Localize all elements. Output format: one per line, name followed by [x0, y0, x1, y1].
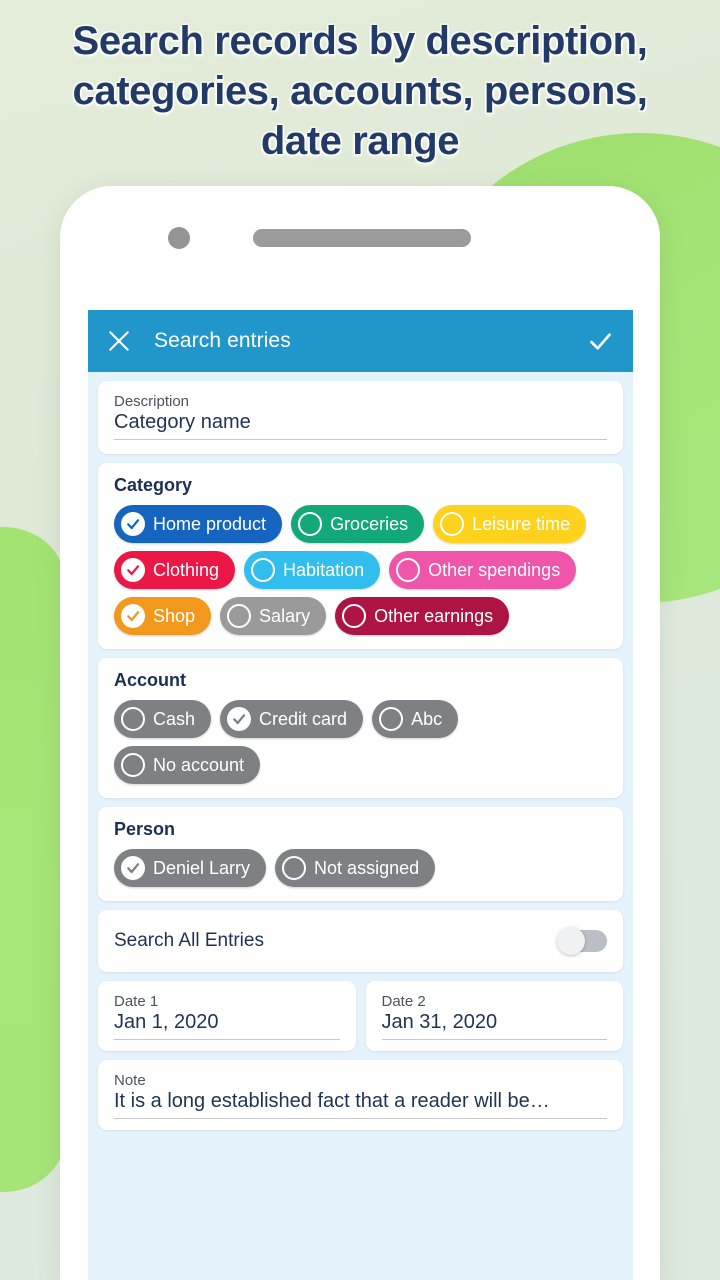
checkbox-checked-icon	[227, 707, 252, 731]
camera-icon	[168, 227, 190, 249]
note-label: Note	[114, 1072, 146, 1089]
chip-label: Home product	[153, 513, 267, 534]
checkbox-unchecked-icon	[298, 512, 323, 536]
account-section: Account Cash Credit card Abc No account	[98, 658, 623, 798]
phone-mockup: Search entries Description Category name…	[60, 186, 660, 1280]
checkbox-checked-icon	[121, 558, 145, 582]
description-label: Description	[114, 393, 190, 410]
date-2-field-card[interactable]: Date 2 Jan 31, 2020	[365, 981, 623, 1051]
category-chip[interactable]: Groceries	[291, 505, 425, 543]
chip-label: Clothing	[153, 559, 220, 580]
close-icon[interactable]	[104, 326, 134, 356]
chip-label: Leisure time	[472, 513, 571, 534]
app-bar-title: Search entries	[154, 329, 291, 352]
chip-label: No account	[153, 754, 245, 775]
search-all-entries-toggle[interactable]	[557, 927, 607, 955]
note-field-card[interactable]: Note It is a long established fact that …	[98, 1060, 623, 1130]
category-chip[interactable]: Clothing	[114, 551, 236, 589]
description-field-card[interactable]: Description Category name	[98, 381, 623, 454]
checkbox-checked-icon	[121, 604, 145, 628]
checkbox-unchecked-icon	[342, 604, 367, 628]
account-chip-list: Cash Credit card Abc No account	[114, 700, 607, 784]
date-2-label: Date 2	[381, 993, 426, 1010]
phone-top-bezel	[60, 186, 660, 310]
check-icon[interactable]	[585, 326, 615, 356]
checkbox-checked-icon	[121, 856, 145, 880]
person-section-title: Person	[114, 819, 176, 839]
category-section-title: Category	[114, 475, 193, 495]
app-bar: Search entries	[88, 310, 633, 372]
date-1-input[interactable]: Jan 1, 2020	[114, 1011, 340, 1040]
category-chip[interactable]: Other earnings	[335, 597, 510, 635]
chip-label: Salary	[259, 605, 311, 626]
category-section: Category Home product Groceries Leisure ti…	[98, 463, 623, 649]
person-chip[interactable]: Deniel Larry	[114, 849, 267, 887]
note-input[interactable]: It is a long established fact that a rea…	[114, 1090, 607, 1119]
checkbox-unchecked-icon	[121, 707, 145, 731]
category-chip[interactable]: Salary	[220, 597, 327, 635]
person-chip-list: Deniel Larry Not assigned	[114, 849, 607, 887]
chip-label: Groceries	[330, 513, 409, 534]
checkbox-unchecked-icon	[379, 707, 404, 731]
account-chip[interactable]: Abc	[372, 700, 459, 738]
decorative-green-bar	[0, 527, 64, 1192]
account-chip[interactable]: Cash	[114, 700, 212, 738]
chip-label: Credit card	[259, 708, 348, 729]
chip-label: Abc	[411, 708, 443, 729]
category-chip[interactable]: Shop	[114, 597, 212, 635]
person-section: Person Deniel Larry Not assigned	[98, 807, 623, 901]
description-input[interactable]: Category name	[114, 411, 607, 440]
checkbox-unchecked-icon	[121, 753, 145, 777]
checkbox-unchecked-icon	[440, 512, 465, 536]
category-chip-list: Home product Groceries Leisure time Clothin…	[114, 505, 607, 635]
chip-label: Deniel Larry	[153, 857, 251, 878]
category-chip[interactable]: Other spendings	[389, 551, 577, 589]
chip-label: Shop	[153, 605, 196, 626]
speaker-bar-icon	[253, 229, 471, 247]
category-chip[interactable]: Leisure time	[433, 505, 587, 543]
chip-label: Not assigned	[314, 857, 420, 878]
search-all-entries-label: Search All Entries	[114, 930, 264, 951]
account-chip[interactable]: No account	[114, 746, 261, 784]
date-2-input[interactable]: Jan 31, 2020	[381, 1011, 607, 1040]
chip-label: Habitation	[283, 559, 365, 580]
chip-label: Cash	[153, 708, 196, 729]
checkbox-unchecked-icon	[251, 558, 276, 582]
person-chip[interactable]: Not assigned	[275, 849, 436, 887]
checkbox-unchecked-icon	[396, 558, 421, 582]
date-range-row: Date 1 Jan 1, 2020 Date 2 Jan 31, 2020	[98, 981, 623, 1051]
date-1-label: Date 1	[114, 993, 159, 1010]
page-title: Search records by description, categorie…	[72, 19, 648, 163]
checkbox-unchecked-icon	[227, 604, 252, 628]
app-screen: Search entries Description Category name…	[88, 310, 633, 1280]
category-chip[interactable]: Habitation	[244, 551, 381, 589]
checkbox-unchecked-icon	[282, 856, 307, 880]
account-section-title: Account	[114, 670, 186, 690]
date-1-field-card[interactable]: Date 1 Jan 1, 2020	[98, 981, 356, 1051]
chip-label: Other earnings	[374, 605, 494, 626]
chip-label: Other spendings	[428, 559, 561, 580]
search-all-entries-row[interactable]: Search All Entries	[98, 910, 623, 972]
account-chip[interactable]: Credit card	[220, 700, 364, 738]
category-chip[interactable]: Home product	[114, 505, 283, 543]
checkbox-checked-icon	[121, 512, 145, 536]
